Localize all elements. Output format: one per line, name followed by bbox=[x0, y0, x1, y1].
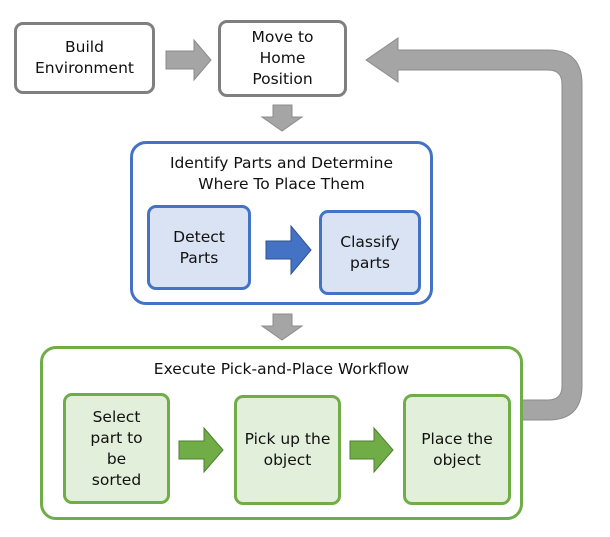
arrow-select-to-pickup bbox=[178, 426, 224, 474]
inner-arrows-layer bbox=[178, 224, 394, 474]
arrow-detect-to-classify bbox=[265, 224, 312, 276]
arrow-pickup-to-place bbox=[349, 426, 394, 474]
